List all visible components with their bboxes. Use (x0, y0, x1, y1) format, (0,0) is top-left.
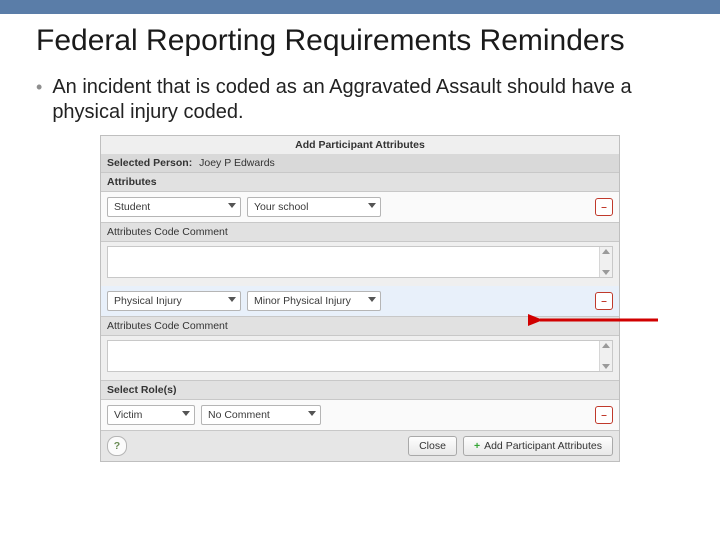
button-label: Add Participant Attributes (484, 440, 602, 452)
add-participant-attributes-button[interactable]: + Add Participant Attributes (463, 436, 613, 456)
scroll-down-icon (602, 270, 610, 275)
chevron-down-icon (308, 411, 316, 416)
slide-title: Federal Reporting Requirements Reminders (36, 24, 684, 57)
attribute-value-dropdown-2[interactable]: Minor Physical Injury (247, 291, 381, 311)
attribute-type-dropdown-2[interactable]: Physical Injury (107, 291, 241, 311)
help-icon[interactable]: ? (107, 436, 127, 456)
roles-row: Victim No Comment – (101, 400, 619, 430)
scrollbar[interactable] (599, 341, 612, 371)
role-comment-dropdown[interactable]: No Comment (201, 405, 321, 425)
attribute-comment-label-2: Attributes Code Comment (101, 316, 619, 336)
panel-header: Add Participant Attributes (101, 136, 619, 154)
chevron-down-icon (228, 297, 236, 302)
chevron-down-icon (182, 411, 190, 416)
select-roles-label: Select Role(s) (101, 380, 619, 400)
slide-accent-bar (0, 0, 720, 14)
scroll-up-icon (602, 343, 610, 348)
dropdown-value: Victim (114, 409, 142, 421)
attribute-row-2: Physical Injury Minor Physical Injury – (101, 286, 619, 316)
add-participant-panel: Add Participant Attributes Selected Pers… (100, 135, 620, 462)
bullet-item: • An incident that is coded as an Aggrav… (36, 75, 684, 125)
scrollbar[interactable] (599, 247, 612, 277)
bullet-text: An incident that is coded as an Aggravat… (52, 75, 684, 125)
scroll-up-icon (602, 249, 610, 254)
attribute-comment-input-1[interactable] (107, 246, 613, 278)
panel-footer: ? Close + Add Participant Attributes (101, 430, 619, 461)
role-dropdown[interactable]: Victim (107, 405, 195, 425)
selected-person-value: Joey P Edwards (199, 157, 275, 169)
scroll-down-icon (602, 364, 610, 369)
dropdown-value: Student (114, 201, 150, 213)
attribute-comment-input-2[interactable] (107, 340, 613, 372)
bullet-marker: • (36, 77, 42, 99)
slide-body: Federal Reporting Requirements Reminders… (0, 24, 720, 462)
dropdown-value: No Comment (208, 409, 270, 421)
delete-row-button[interactable]: – (595, 292, 613, 310)
delete-row-button[interactable]: – (595, 406, 613, 424)
plus-icon: + (474, 440, 480, 452)
attributes-section-label: Attributes (101, 172, 619, 192)
close-button[interactable]: Close (408, 436, 457, 456)
selected-person-row: Selected Person: Joey P Edwards (101, 154, 619, 172)
chevron-down-icon (368, 203, 376, 208)
button-label: Close (419, 440, 446, 452)
attribute-type-dropdown-1[interactable]: Student (107, 197, 241, 217)
delete-row-button[interactable]: – (595, 198, 613, 216)
attribute-row-1: Student Your school – (101, 192, 619, 222)
selected-person-label: Selected Person: (107, 157, 192, 169)
dropdown-value: Physical Injury (114, 295, 182, 307)
dropdown-value: Your school (254, 201, 308, 213)
chevron-down-icon (368, 297, 376, 302)
dropdown-value: Minor Physical Injury (254, 295, 351, 307)
chevron-down-icon (228, 203, 236, 208)
attribute-comment-label-1: Attributes Code Comment (101, 222, 619, 242)
attribute-value-dropdown-1[interactable]: Your school (247, 197, 381, 217)
